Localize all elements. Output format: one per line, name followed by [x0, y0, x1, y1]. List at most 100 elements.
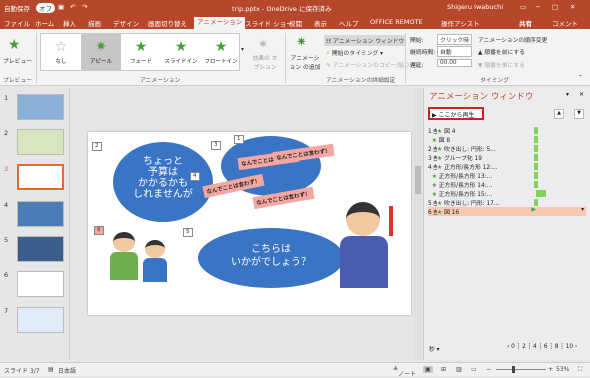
list-item[interactable]: ★ 正方形/長方形 15:...: [428, 189, 588, 198]
ribbon-display-icon[interactable]: ▭: [520, 3, 526, 11]
speech-bubble-1[interactable]: ちょっと 予算は かかるかも しれませんが: [113, 142, 213, 222]
anim-fade[interactable]: ★ フェード: [121, 34, 161, 70]
effect-options-icon[interactable]: ✷: [258, 37, 268, 51]
list-item[interactable]: ★ 正方形/長方形 14:...: [428, 180, 588, 189]
add-animation-icon[interactable]: ✷: [296, 35, 307, 50]
preview-button[interactable]: プレビュー: [3, 56, 32, 65]
reorder-label: アニメーションの順序変更: [478, 38, 548, 44]
tab-home[interactable]: ホーム: [35, 18, 54, 28]
tab-insert[interactable]: 挿入: [63, 18, 76, 28]
tab-slideshow[interactable]: スライド ショー: [245, 18, 293, 28]
tab-animations[interactable]: アニメーション: [194, 17, 246, 29]
slideshow-icon[interactable]: ▭: [471, 366, 477, 373]
list-item[interactable]: ★ 図 8: [428, 135, 588, 144]
close-icon[interactable]: ✕: [570, 3, 575, 11]
fit-slide-icon[interactable]: ⛶: [578, 366, 582, 374]
add-animation-button[interactable]: アニメーション の追加: [289, 53, 321, 71]
zoom-slider-thumb[interactable]: [512, 366, 515, 373]
anim-none[interactable]: ☆ なし: [41, 34, 81, 70]
animation-pane-button[interactable]: ☷ アニメーション ウィンドウ: [324, 35, 407, 46]
anim-appear[interactable]: ✷ アピール: [81, 34, 121, 70]
save-icon[interactable]: ▣: [58, 3, 64, 11]
maximize-icon[interactable]: □: [552, 3, 558, 11]
slide-sorter-icon[interactable]: ⊞: [441, 366, 446, 373]
autosave-toggle[interactable]: オフ: [36, 3, 55, 13]
effect-options-button[interactable]: 効果の オプション: [250, 53, 280, 71]
slide-thumbnail-1[interactable]: [17, 94, 64, 120]
slide-canvas[interactable]: ちょっと 予算は かかるかも しれませんが こちらは いかがでしょう？ なんでこ…: [88, 132, 411, 315]
pane-options-icon[interactable]: ▾: [566, 91, 569, 98]
boy-character[interactable]: [113, 232, 135, 252]
close-pane-icon[interactable]: ✕: [579, 91, 584, 98]
preview-star-icon[interactable]: ★: [8, 37, 21, 53]
play-from-button[interactable]: ▶ ここから再生: [428, 107, 484, 120]
notes-button[interactable]: ≜ ノート: [393, 366, 416, 378]
list-item[interactable]: 3 🖱★ グループ化 19: [428, 153, 588, 162]
tab-design[interactable]: デザイン: [113, 18, 139, 28]
tab-help[interactable]: ヘルプ: [339, 18, 359, 28]
share-button[interactable]: 共有: [519, 18, 532, 28]
item-dropdown-icon[interactable]: ▾: [581, 207, 584, 213]
vertical-scrollbar[interactable]: [414, 88, 422, 360]
tab-view[interactable]: 表示: [314, 18, 327, 28]
comments-button[interactable]: コメント: [552, 18, 578, 28]
anim-floatin[interactable]: ★ フロートイン: [201, 34, 241, 70]
tab-office-remote[interactable]: OFFICE REMOTE: [370, 18, 423, 26]
move-down-icon[interactable]: ▼: [574, 109, 584, 119]
tab-file[interactable]: ファイル: [4, 18, 30, 28]
slide-thumbnail-2[interactable]: [17, 129, 64, 155]
woman-character[interactable]: [346, 202, 380, 236]
list-item[interactable]: 2 🖱★ 吹き出し: 円形: 5...: [428, 144, 588, 153]
gallery-expand-icon[interactable]: ▾: [241, 47, 244, 53]
start-dropdown[interactable]: クリック時: [437, 34, 472, 45]
seconds-label[interactable]: 秒 ▾: [429, 344, 440, 353]
normal-view-icon[interactable]: ▣: [423, 366, 433, 373]
slide-thumbnail-5[interactable]: [17, 236, 64, 262]
slide-thumbnail-4[interactable]: [17, 201, 64, 227]
slide-thumbnail-6[interactable]: [17, 271, 64, 297]
list-item[interactable]: 4 🖱★ 正方形/長方形 12:...: [428, 162, 588, 171]
reading-view-icon[interactable]: ▥: [456, 366, 462, 373]
zoom-slider[interactable]: [496, 369, 546, 370]
selection-handle[interactable]: [389, 206, 393, 236]
speech-bubble-2[interactable]: こちらは いかがでしょう？: [198, 228, 344, 288]
zoom-out-icon[interactable]: −: [486, 366, 491, 373]
redo-icon[interactable]: ↷: [82, 3, 87, 11]
scrollbar-thumb[interactable]: [415, 166, 421, 194]
move-later-button[interactable]: ▼ 順番を後にする: [478, 60, 525, 69]
list-item[interactable]: ★ 正方形/長方形 13:...: [428, 171, 588, 180]
list-item-selected[interactable]: 6 🖱★ 図 16 ▶ ▾: [428, 207, 586, 216]
anim-slidein[interactable]: ★ スライドイン: [161, 34, 201, 70]
star-icon: ★: [174, 39, 188, 55]
spellcheck-icon[interactable]: ▤: [48, 366, 54, 373]
tell-me-input[interactable]: 操作アシスト: [441, 18, 480, 28]
timing-bar: [534, 181, 538, 188]
zoom-level[interactable]: 53%: [556, 366, 569, 373]
lightning-icon: ⚡: [326, 51, 331, 57]
child-character[interactable]: [145, 240, 165, 258]
list-item[interactable]: 1 🖱★ 図 4: [428, 126, 588, 135]
timeline-tick: 8: [554, 344, 559, 350]
timing-bar: [534, 163, 538, 170]
slide-thumbnail-7[interactable]: [17, 307, 64, 333]
minimize-icon[interactable]: ─: [536, 3, 540, 11]
animation-pane: アニメーション ウィンドウ ▾ ✕ ▶ ここから再生 ▲ ▼ 1 🖱★ 図 4 …: [423, 88, 590, 360]
tab-transitions[interactable]: 画面切り替え: [148, 18, 187, 28]
zoom-in-icon[interactable]: +: [548, 366, 553, 373]
delay-input[interactable]: 00.00: [437, 59, 472, 67]
undo-icon[interactable]: ↶: [70, 3, 75, 11]
tab-review[interactable]: 校閲: [289, 18, 302, 28]
list-item[interactable]: 5 🖱★ 吹き出し: 円形: 17...: [428, 198, 588, 207]
advanced-group-label: アニメーションの詳細設定: [326, 78, 396, 84]
trigger-button[interactable]: ⚡ 開始のタイミング ▾: [326, 48, 383, 57]
slide-thumbnail-3[interactable]: [17, 164, 64, 190]
duration-input[interactable]: 自動: [437, 46, 472, 57]
tab-draw[interactable]: 描画: [88, 18, 101, 28]
collapse-ribbon-icon[interactable]: ⌃: [578, 75, 583, 81]
language-indicator[interactable]: 日本語: [58, 366, 76, 375]
move-up-icon[interactable]: ▲: [554, 109, 564, 119]
delay-label: 遅延:: [410, 63, 424, 69]
move-earlier-button[interactable]: ▲ 順番を前にする: [478, 47, 525, 56]
animation-painter-button[interactable]: ✎ アニメーションのコピー/貼り付け: [326, 60, 421, 69]
user-name[interactable]: Shigeru Iwabuchi: [447, 3, 503, 11]
